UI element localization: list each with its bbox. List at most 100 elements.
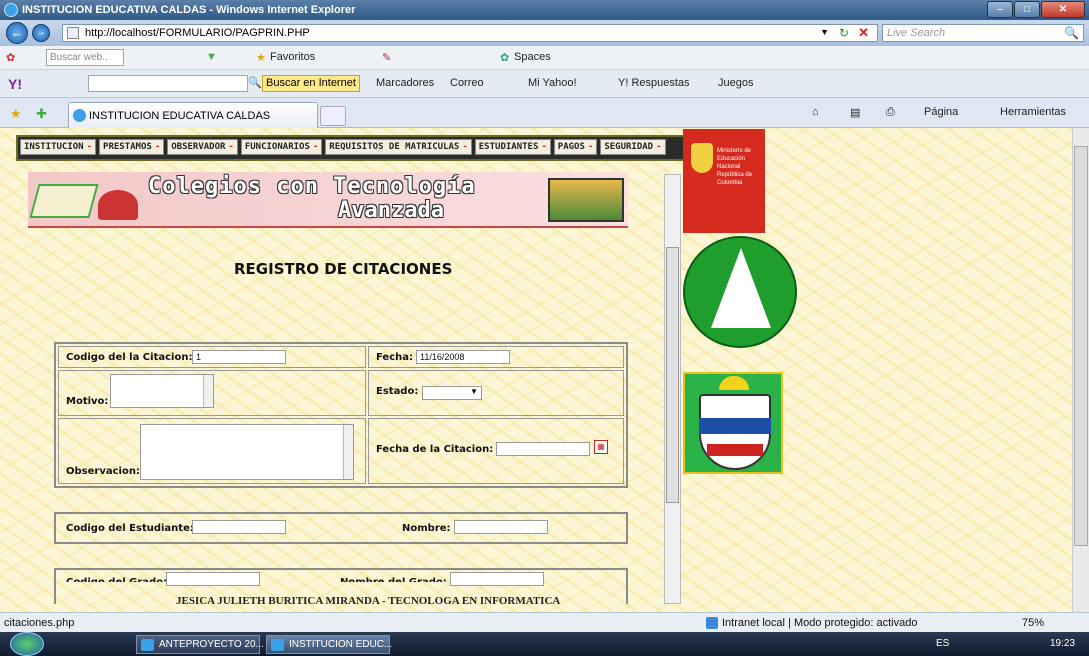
spaces-icon: ✿ (500, 52, 510, 64)
buscar-web-placeholder: Buscar web.. (50, 52, 108, 63)
address-bar[interactable]: http://localhost/FORMULARIO/PAGPRIN.PHP … (62, 24, 878, 42)
window-title-bar: INSTITUCION EDUCATIVA CALDAS - Windows I… (0, 0, 1089, 20)
nombre-input[interactable] (454, 520, 548, 534)
school-banner: Colegios con Tecnología Avanzada (28, 172, 628, 228)
textarea-scrollbar[interactable] (203, 375, 213, 407)
home-icon[interactable]: ⌂ (812, 106, 819, 118)
buscar-web-input[interactable]: Buscar web.. (46, 49, 124, 66)
observacion-textarea[interactable] (140, 424, 354, 480)
respuestas-button[interactable]: Y! Respuestas (618, 77, 690, 89)
form-title: REGISTRO DE CITACIONES (234, 260, 453, 278)
search-placeholder: Live Search (887, 27, 946, 39)
codigo-estudiante-label: Codigo del Estudiante: (66, 523, 194, 534)
taskbar-institucion[interactable]: INSTITUCION EDUC... (266, 635, 392, 654)
zoom-level[interactable]: 75% (1022, 617, 1044, 629)
colombia-crest-icon (691, 143, 713, 173)
codigo-estudiante-input[interactable] (192, 520, 286, 534)
textarea-scrollbar[interactable] (343, 425, 353, 479)
buscar-internet-button[interactable]: Buscar en Internet (262, 75, 360, 92)
security-zone[interactable]: Intranet local | Modo protegido: activad… (722, 617, 917, 629)
marcadores-button[interactable]: Marcadores (376, 77, 434, 89)
menu-estudiantes[interactable]: ESTUDIANTES - (474, 139, 551, 155)
frame-scroll-thumb[interactable] (666, 247, 679, 503)
pagina-menu[interactable]: Página (924, 106, 958, 118)
menu-institucion[interactable]: INSTITUCION - (20, 139, 97, 155)
document-icon (141, 639, 154, 651)
codigo-label: Codigo del la Citacion: (66, 352, 193, 363)
menu-observador[interactable]: OBSERVADOR - (167, 139, 238, 155)
ie-icon (4, 3, 18, 17)
motivo-textarea[interactable] (110, 374, 214, 408)
magnifier-icon[interactable]: 🔍 (248, 76, 262, 89)
start-button[interactable] (10, 632, 44, 656)
taskbar: ANTEPROYECTO 20... INSTITUCION EDUC... E… (0, 632, 1089, 656)
favoritos-button[interactable]: Favoritos (270, 51, 315, 63)
taskbar-anteproyecto[interactable]: ANTEPROYECTO 20... (136, 635, 264, 654)
juegos-button[interactable]: Juegos (718, 77, 753, 89)
links-toolbar: ✿ Buscar web.. ▼ ★ Favoritos ✎ ✿ Spaces (0, 46, 1089, 70)
motivo-label: Motivo: (66, 396, 109, 407)
live-search-input[interactable]: Live Search 🔍 (882, 24, 1084, 42)
star-icon[interactable]: ★ (256, 51, 266, 64)
sun-icon (719, 376, 749, 390)
add-favorite-icon[interactable]: ✚ (36, 106, 47, 122)
feeds-icon[interactable]: ▤ (850, 106, 860, 119)
back-button[interactable]: ← (6, 22, 28, 44)
page-scrollbar[interactable] (1072, 128, 1089, 612)
spaces-button[interactable]: Spaces (514, 51, 551, 63)
menu-prestamos[interactable]: PRESTAMOS - (99, 139, 165, 155)
address-url: http://localhost/FORMULARIO/PAGPRIN.PHP (85, 27, 310, 39)
banner-classroom-graphic (548, 178, 624, 222)
toolbar-tool-icon[interactable]: ▼ (206, 51, 217, 63)
status-bar: citaciones.php Intranet local | Modo pro… (0, 612, 1089, 632)
menu-label: FUNCIONARIOS (244, 142, 310, 152)
stop-icon[interactable]: ✕ (858, 25, 869, 41)
main-menu-bar: INSTITUCION - PRESTAMOS - OBSERVADOR - FUNC… (16, 135, 734, 161)
forward-button[interactable]: → (32, 24, 50, 42)
menu-pagos[interactable]: PAGOS - (553, 139, 598, 155)
yahoo-logo-icon[interactable]: Y! (8, 76, 22, 92)
fecha-citacion-label: Fecha de la Citacion: (376, 444, 494, 455)
menu-label: REQUISITOS DE MATRICULAS (329, 142, 460, 152)
print-icon[interactable]: ⎙ (886, 106, 895, 119)
toolbar-logo-icon[interactable]: ✿ (6, 51, 15, 64)
new-tab-button[interactable] (320, 106, 346, 126)
refresh-icon[interactable]: ↻ (839, 26, 849, 40)
yahoo-search-input[interactable] (88, 75, 248, 92)
ministerio-logo: Ministerio de Educación Nacional Repúbli… (683, 129, 765, 233)
banner-subtitle: Avanzada (338, 198, 444, 223)
page-scroll-thumb[interactable] (1074, 146, 1088, 546)
frame-scrollbar[interactable] (664, 174, 681, 604)
maximize-button[interactable]: □ (1014, 1, 1040, 18)
language-indicator[interactable]: ES (936, 638, 949, 649)
menu-seguridad[interactable]: SEGURIDAD - (600, 139, 666, 155)
codigo-input[interactable]: 1 (192, 350, 286, 364)
mi-yahoo-button[interactable]: Mi Yahoo! (528, 77, 577, 89)
menu-funcionarios[interactable]: FUNCIONARIOS - (240, 139, 323, 155)
estado-select[interactable]: ▼ (422, 386, 482, 400)
calendar-icon[interactable]: ▦ (594, 440, 608, 454)
clock[interactable]: 19:23 (1050, 638, 1075, 649)
herramientas-menu[interactable]: Herramientas (1000, 106, 1066, 118)
banner-book-graphic (29, 184, 99, 218)
favorites-star-icon[interactable]: ★ (10, 106, 22, 122)
minimize-button[interactable]: – (987, 1, 1013, 18)
menu-label: ESTUDIANTES (478, 142, 539, 152)
menu-requisitos[interactable]: REQUISITOS DE MATRICULAS - (325, 139, 472, 155)
fecha-citacion-input[interactable] (496, 442, 590, 456)
address-toolbar: ← → http://localhost/FORMULARIO/PAGPRIN.… (0, 20, 1089, 46)
address-dropdown-icon[interactable]: ▼ (820, 27, 829, 37)
school-emblem-logo (683, 236, 797, 348)
taskbar-label: ANTEPROYECTO 20... (159, 639, 264, 650)
fecha-input[interactable]: 11/16/2008 (416, 350, 510, 364)
pencil-icon[interactable]: ✎ (382, 51, 391, 64)
intranet-icon (706, 617, 718, 629)
close-button[interactable]: ✕ (1041, 1, 1085, 18)
ministerio-text: Ministerio de Educación Nacional Repúbli… (717, 148, 753, 186)
codigo-grado-input[interactable] (166, 572, 260, 586)
tab-institucion[interactable]: INSTITUCION EDUCATIVA CALDAS (68, 102, 318, 128)
nombre-grado-input[interactable] (450, 572, 544, 586)
correo-button[interactable]: Correo (450, 77, 484, 89)
search-icon[interactable]: 🔍 (1064, 26, 1079, 40)
municipality-shield-logo (683, 372, 783, 474)
